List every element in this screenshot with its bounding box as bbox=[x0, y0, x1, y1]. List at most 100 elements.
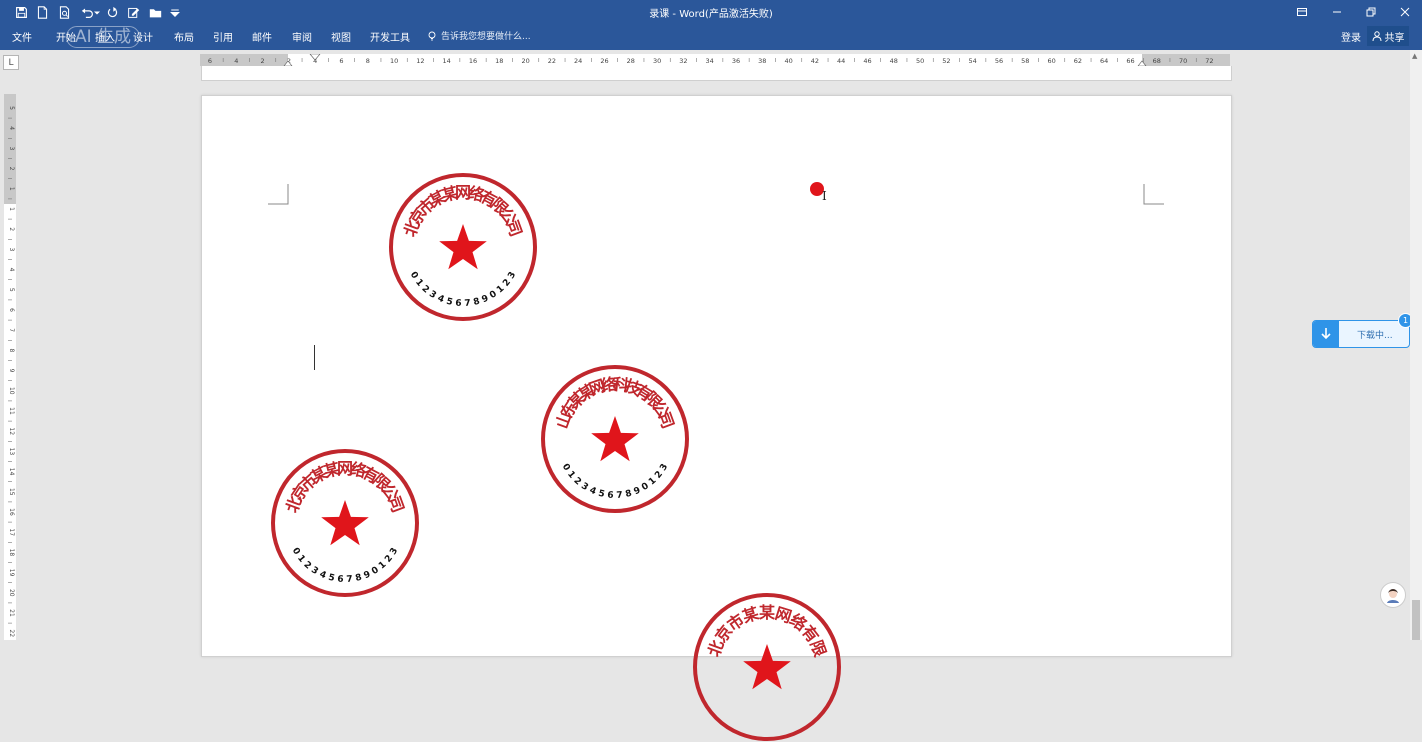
ruler-label: 19 bbox=[8, 569, 15, 577]
assistant-avatar-icon[interactable] bbox=[1380, 582, 1406, 608]
ruler-label: 4 bbox=[8, 268, 15, 272]
seal-number-char: 4 bbox=[588, 486, 598, 498]
tab-mailings[interactable]: 邮件 bbox=[252, 29, 272, 44]
seal-number-char: 8 bbox=[472, 297, 480, 308]
ruler-label: 30 bbox=[653, 57, 661, 65]
ruler-label: 3 bbox=[8, 146, 15, 150]
margin-corner-top-right bbox=[1143, 184, 1164, 205]
download-arrow-icon bbox=[1313, 321, 1339, 347]
tab-layout[interactable]: 布局 bbox=[174, 29, 194, 44]
seal-star-icon bbox=[743, 644, 791, 690]
ruler-label: 26 bbox=[600, 57, 608, 65]
ruler-label: 38 bbox=[758, 57, 766, 65]
ruler-label: 8 bbox=[366, 57, 370, 65]
horizontal-ruler[interactable]: 6 4 2 2 4 6 8 10 12 14 16 18 20 22 24 26 28 30 32 34 36 38 40 4… bbox=[200, 54, 1230, 66]
tab-file[interactable]: 文件 bbox=[12, 29, 32, 44]
ruler-label: 50 bbox=[916, 57, 924, 65]
seal-number-char: 3 bbox=[658, 462, 670, 472]
ruler-label: 28 bbox=[627, 57, 635, 65]
company-seal[interactable]: 山东某某网络科技有限公司01234 5 6 7 8 90123 bbox=[540, 364, 690, 514]
ruler-label: 16 bbox=[469, 57, 477, 65]
scroll-up-icon[interactable]: ▲ bbox=[1412, 52, 1417, 60]
seal-number-char: 8 bbox=[354, 573, 362, 584]
ruler-label: 13 bbox=[8, 448, 15, 456]
close-icon[interactable] bbox=[1393, 3, 1417, 21]
company-seal[interactable]: 北京市某某网络有限公司01234 5 6 7 8 90123 bbox=[270, 448, 420, 598]
ruler-label: 54 bbox=[969, 57, 977, 65]
seal-star-icon bbox=[439, 224, 487, 270]
restore-icon[interactable] bbox=[1359, 3, 1383, 21]
vertical-ruler-scale: 5432112345678910111213141516171819202122 bbox=[8, 106, 15, 637]
ruler-label: 32 bbox=[679, 57, 687, 65]
download-status-pill[interactable]: 下载中... bbox=[1312, 320, 1410, 348]
ribbon-display-options-icon[interactable] bbox=[1290, 3, 1314, 21]
ruler-label: 68 bbox=[1153, 57, 1161, 65]
ruler-label: 10 bbox=[8, 387, 15, 395]
ruler-label: 9 bbox=[8, 369, 15, 373]
tell-me-box[interactable]: 告诉我您想要做什么... bbox=[427, 29, 531, 42]
tab-review[interactable]: 审阅 bbox=[292, 29, 312, 44]
ruler-label: 21 bbox=[8, 609, 15, 617]
company-seal[interactable]: 北京市某某网络有限公司01234 5 6 7 8 90123 bbox=[388, 172, 538, 322]
ruler-label: 22 bbox=[548, 57, 556, 65]
seal-number-char: 7 bbox=[464, 299, 471, 309]
ruler-label: 44 bbox=[837, 57, 845, 65]
ibeam-cursor-icon: I bbox=[822, 189, 827, 203]
ruler-label: 66 bbox=[1126, 57, 1134, 65]
ruler-label: 5 bbox=[8, 106, 15, 110]
company-seal[interactable]: 北京市某某网络有限 bbox=[692, 592, 842, 742]
ruler-label: 2 bbox=[8, 227, 15, 231]
seal-number-char: 5 bbox=[327, 573, 335, 584]
ruler-label: 46 bbox=[863, 57, 871, 65]
ruler-label: 70 bbox=[1179, 57, 1187, 65]
ruler-label: 15 bbox=[8, 488, 15, 496]
share-label: 共享 bbox=[1384, 32, 1405, 44]
seal-number-char: 8 bbox=[624, 489, 632, 500]
ruler-label: 40 bbox=[784, 57, 792, 65]
ruler-label: 8 bbox=[8, 348, 15, 352]
ruler-label: 34 bbox=[706, 57, 714, 65]
seal-number-char: 7 bbox=[616, 491, 623, 501]
ruler-label: 62 bbox=[1074, 57, 1082, 65]
ruler-label: 16 bbox=[8, 508, 15, 516]
ruler-label: 52 bbox=[942, 57, 950, 65]
ruler-label: 56 bbox=[995, 57, 1003, 65]
vertical-ruler[interactable]: 5 4 3 2 1 1 2 3 4 5 6 7 8 9 10 11 12 13 14 15 16 17 18 19 20 21 22 bbox=[4, 94, 16, 640]
seal-number-char: 4 bbox=[318, 570, 328, 582]
share-button[interactable]: 共享 bbox=[1367, 26, 1409, 46]
scrollbar-thumb[interactable] bbox=[1412, 600, 1420, 640]
ruler-label: 20 bbox=[8, 589, 15, 597]
ruler-label: 14 bbox=[8, 468, 15, 476]
seal-number-char: 6 bbox=[337, 575, 344, 585]
vertical-scrollbar[interactable]: ▲ bbox=[1410, 50, 1422, 640]
tell-me-text: 告诉我您想要做什么... bbox=[441, 32, 531, 42]
seal-number-char: 7 bbox=[346, 575, 353, 585]
download-label: 下载中... bbox=[1357, 331, 1393, 341]
ruler-label: 24 bbox=[574, 57, 582, 65]
login-link[interactable]: 登录 bbox=[1341, 29, 1361, 44]
person-icon bbox=[1372, 31, 1381, 41]
ruler-label: 4 bbox=[8, 126, 15, 130]
ruler-label: 60 bbox=[1047, 57, 1055, 65]
ruler-label: 7 bbox=[8, 328, 15, 332]
ruler-label: 22 bbox=[8, 629, 15, 637]
ruler-label: 6 bbox=[8, 308, 15, 312]
ruler-label: 1 bbox=[8, 207, 15, 211]
lightbulb-icon bbox=[428, 31, 436, 40]
ruler-label: 6 bbox=[339, 57, 343, 65]
ruler-label: 2 bbox=[8, 167, 15, 171]
ruler-label: 64 bbox=[1100, 57, 1108, 65]
tab-references[interactable]: 引用 bbox=[213, 29, 233, 44]
minimize-icon[interactable] bbox=[1325, 3, 1349, 21]
tab-developer[interactable]: 开发工具 bbox=[370, 29, 410, 44]
tab-view[interactable]: 视图 bbox=[331, 29, 351, 44]
title-bar: 录课 - Word(产品激活失败) bbox=[0, 0, 1422, 24]
tab-selector[interactable]: L bbox=[3, 55, 19, 70]
ruler-label: 36 bbox=[732, 57, 740, 65]
seal-number-char: 6 bbox=[455, 299, 462, 309]
ruler-label: 18 bbox=[495, 57, 503, 65]
ruler-label: 12 bbox=[8, 427, 15, 435]
seal-number-char: 4 bbox=[436, 294, 446, 306]
first-line-indent-marker[interactable] bbox=[309, 54, 321, 61]
margin-corner-top-left bbox=[268, 184, 289, 205]
